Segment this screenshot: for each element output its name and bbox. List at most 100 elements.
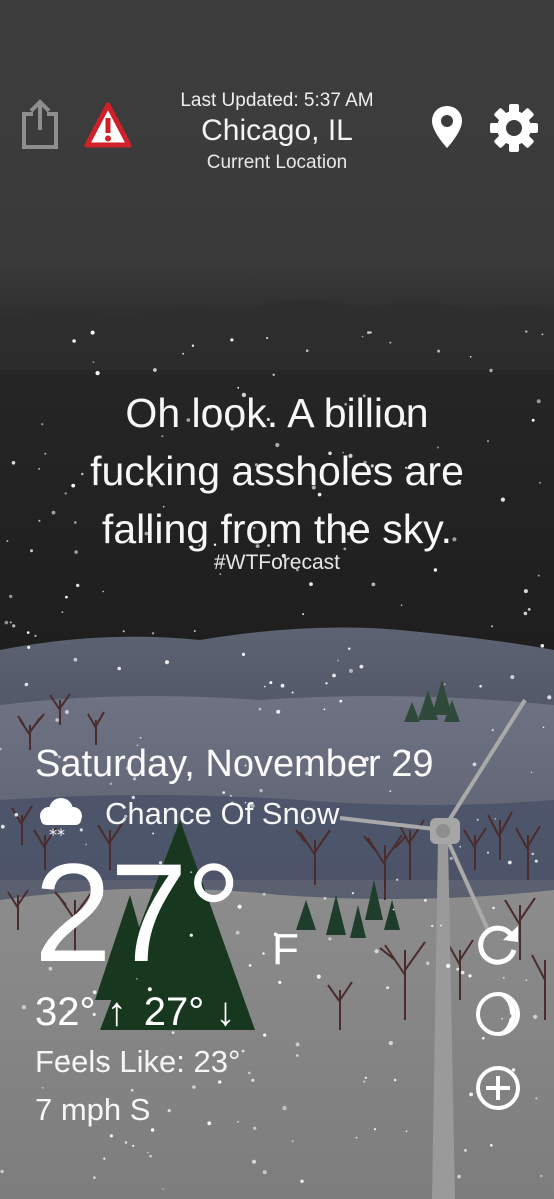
arrow-down-icon: ↓ (215, 990, 236, 1034)
snowflake (103, 1157, 106, 1160)
snowflake (328, 937, 332, 941)
snowflake (264, 685, 266, 688)
snowflake (540, 1174, 543, 1178)
snowflake (525, 330, 528, 333)
snowflake (73, 657, 78, 662)
snowflake (446, 963, 451, 969)
snowflake (167, 1109, 171, 1113)
snowflake (323, 896, 327, 900)
snowflake (6, 540, 9, 542)
snowflake (230, 338, 234, 342)
snowflake (492, 906, 495, 910)
snowflake (423, 898, 427, 902)
snowflake (494, 817, 497, 820)
snowflake (193, 630, 196, 632)
snowflake (9, 621, 12, 624)
snowflake (464, 1149, 467, 1152)
snowflake (359, 664, 364, 669)
snowflake (117, 666, 121, 671)
share-button[interactable] (20, 98, 60, 150)
snowflake (502, 976, 505, 979)
snowflake (355, 1136, 358, 1139)
forecast-date: Saturday, November 29 (35, 743, 434, 785)
snowflake (269, 681, 273, 685)
snowflake (241, 652, 246, 657)
snowflake (262, 892, 266, 896)
snowflake (396, 878, 399, 881)
snowflake (507, 860, 512, 865)
snowflake (361, 335, 364, 338)
snowflake (276, 709, 281, 714)
snowflake (93, 1176, 96, 1179)
snowflake (139, 736, 142, 739)
hashtag: #WTForecast (213, 551, 341, 574)
add-location-button[interactable] (474, 1064, 522, 1112)
snowflake (491, 625, 494, 628)
snowflake (527, 608, 531, 611)
snowflake (122, 630, 125, 633)
snowflake (531, 852, 535, 856)
moon-phase-icon (476, 992, 520, 1036)
snowflake (305, 349, 309, 353)
snowflake (164, 660, 170, 665)
snowflake (490, 1144, 493, 1147)
snowflake (162, 1188, 164, 1190)
snowflake (247, 1071, 251, 1075)
snowflake (252, 1159, 256, 1164)
snowflake (468, 974, 472, 978)
condition-text: Chance Of Snow (105, 796, 340, 831)
snowflake (348, 647, 351, 650)
snowflake (363, 1080, 366, 1083)
location-header[interactable]: Last Updated: 5:37 AM Chicago, IL Curren… (140, 90, 414, 174)
snowflake (469, 356, 472, 358)
snowflake (64, 709, 69, 715)
add-icon (476, 1066, 520, 1110)
snowflake (437, 349, 441, 353)
snowflake (525, 979, 528, 982)
snowflake (236, 1120, 239, 1123)
weather-alert-button[interactable] (84, 101, 132, 149)
snowflake (65, 595, 68, 599)
moon-phase-button[interactable] (474, 990, 522, 1038)
snowflake (4, 620, 9, 625)
snowflake (258, 707, 262, 711)
snowflake (491, 728, 495, 732)
snowflake (479, 684, 482, 688)
snowflake (291, 691, 294, 694)
snowflake (460, 970, 465, 975)
snowflake (90, 330, 95, 335)
snowflake (27, 645, 31, 649)
snowflake (364, 1076, 367, 1079)
snowflake (12, 624, 16, 628)
snowflake (533, 1014, 538, 1020)
snowflake (291, 1140, 294, 1142)
snowflake (534, 859, 538, 863)
quote-line-3: falling from the sky. (101, 506, 453, 552)
snowflake (182, 352, 185, 355)
snowflake (459, 845, 462, 848)
refresh-button[interactable] (474, 920, 522, 968)
snowflake (535, 1097, 538, 1100)
location-button[interactable] (430, 104, 464, 150)
snowflake (14, 813, 19, 817)
quote-line-2: fucking assholes are (90, 448, 464, 494)
snowflake (151, 632, 155, 635)
snowflake (109, 1134, 113, 1138)
snowflake (371, 582, 376, 587)
current-temperature: 27° (34, 834, 242, 991)
high-temperature: 32° (35, 990, 96, 1034)
alert-icon (84, 102, 132, 148)
quote-line-1: Oh look. A billion (125, 390, 429, 436)
snowflake (431, 924, 434, 928)
high-low: 32° ↑ 27° ↓ (35, 990, 235, 1035)
snowflake (392, 908, 395, 911)
snowflake (21, 1005, 27, 1010)
snowflake (440, 924, 442, 927)
settings-button[interactable] (489, 103, 539, 153)
snowflake (536, 399, 541, 404)
snowflake (41, 1086, 44, 1089)
snowflake (510, 675, 515, 680)
snowflake (296, 1054, 299, 1057)
snowflake (282, 1105, 287, 1111)
snowflake (547, 695, 552, 700)
